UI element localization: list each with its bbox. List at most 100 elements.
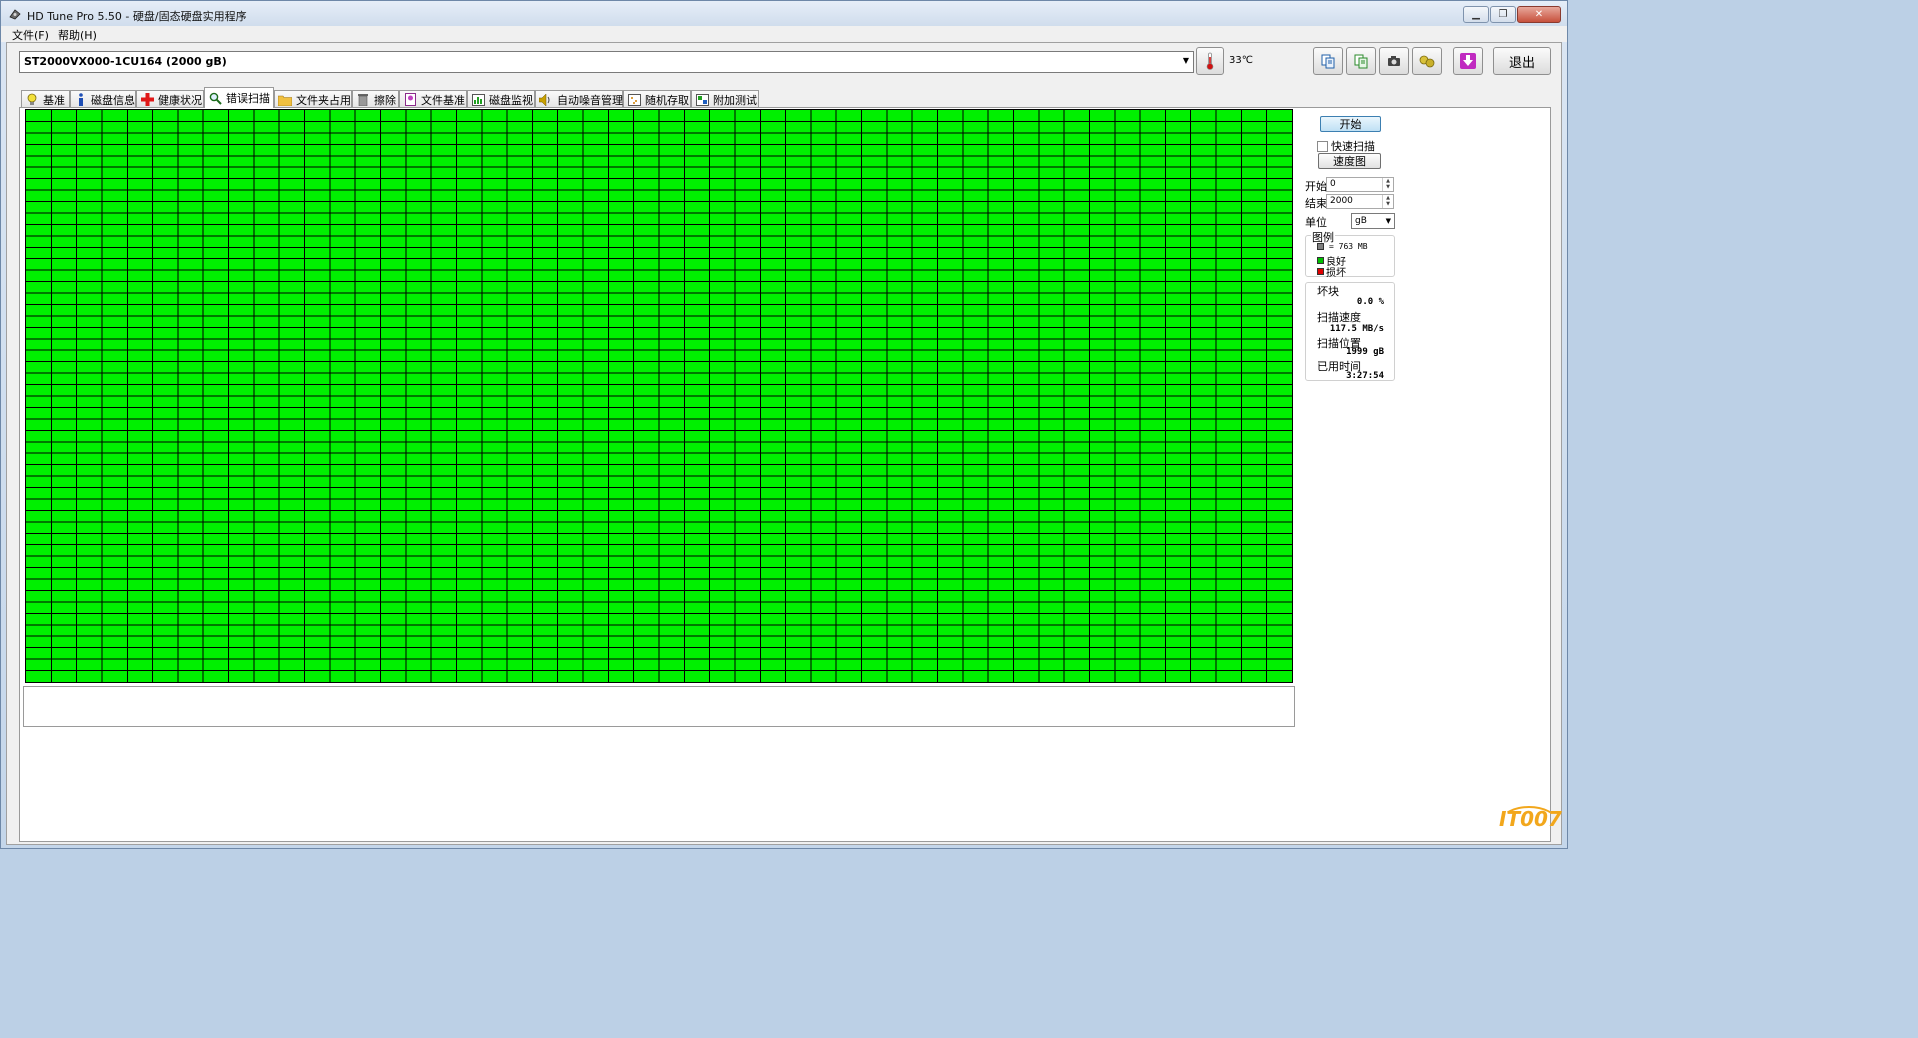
speed-map-button[interactable]: 速度图	[1318, 153, 1381, 169]
camera-icon	[1388, 56, 1400, 66]
info-icon	[74, 93, 87, 107]
options-button[interactable]	[1412, 47, 1442, 75]
monitor-chart-icon	[471, 93, 485, 107]
tab-benchmark[interactable]: 基准	[21, 90, 70, 108]
thermometer-icon	[1206, 52, 1214, 70]
window-title: HD Tune Pro 5.50 - 硬盘/固态硬盘实用程序	[27, 10, 247, 23]
tab-random-access[interactable]: 随机存取	[623, 90, 691, 108]
unit-select[interactable]: gB ▼	[1351, 213, 1395, 229]
chevron-down-icon: ▼	[1182, 56, 1189, 65]
unit-label: 单位	[1305, 216, 1327, 229]
tab-label: 错误扫描	[226, 92, 270, 105]
start-scan-button[interactable]: 开始	[1320, 116, 1381, 132]
menu-file[interactable]: 文件(F)	[12, 27, 49, 43]
spinner-arrows-icon[interactable]: ▲ ▼	[1382, 195, 1393, 208]
copy-icon	[1321, 54, 1335, 69]
legend-block-size: = 763 MB	[1317, 242, 1368, 251]
scan-position-value: 1999 gB	[1346, 347, 1384, 357]
trash-icon	[356, 93, 370, 107]
end-position-value: 2000	[1330, 196, 1353, 206]
restore-icon: ❐	[1498, 9, 1508, 20]
tab-erase[interactable]: 擦除	[352, 90, 399, 108]
drive-select-value: ST2000VX000-1CU164 (2000 gB)	[24, 55, 227, 68]
maximize-button[interactable]: ❐	[1490, 6, 1516, 23]
tab-extra-tests[interactable]: 附加测试	[691, 90, 759, 108]
start-position-label: 开始	[1305, 180, 1327, 193]
chevron-down-icon: ▼	[1385, 217, 1391, 225]
exit-button[interactable]: 退出	[1493, 47, 1551, 75]
tab-label: 随机存取	[645, 93, 689, 107]
watermark-logo: IT007	[1499, 807, 1562, 831]
start-position-value: 0	[1330, 179, 1336, 189]
title-bar[interactable]: HD Tune Pro 5.50 - 硬盘/固态硬盘实用程序 ▁ ❐ ✕	[1, 1, 1567, 27]
app-window: HD Tune Pro 5.50 - 硬盘/固态硬盘实用程序 ▁ ❐ ✕ 文件(…	[0, 0, 1568, 849]
tab-label: 擦除	[374, 93, 396, 107]
magnifier-icon	[208, 91, 222, 105]
legend-damaged-text: 损坏	[1326, 268, 1346, 279]
menu-help[interactable]: 帮助(H)	[58, 27, 97, 43]
copy-info-button[interactable]	[1313, 47, 1343, 75]
elapsed-time-value: 3:27:54	[1346, 371, 1384, 381]
extra-tests-icon	[695, 93, 709, 107]
temperature-readout: 33℃	[1229, 55, 1253, 66]
folder-icon	[278, 93, 292, 107]
quick-scan-option[interactable]: 快速扫描	[1317, 138, 1375, 154]
close-button[interactable]: ✕	[1517, 6, 1561, 23]
tab-folder-usage[interactable]: 文件夹占用	[274, 90, 352, 108]
random-access-icon	[627, 93, 641, 107]
minimize-icon: ▁	[1472, 9, 1480, 20]
minimize-button[interactable]: ▁	[1463, 6, 1489, 23]
tab-disk-info[interactable]: 磁盘信息	[70, 90, 136, 108]
good-swatch	[1317, 257, 1324, 264]
tab-file-benchmark[interactable]: 文件基准	[399, 90, 467, 108]
scan-log-area	[23, 686, 1295, 727]
temperature-button[interactable]	[1196, 47, 1224, 75]
tab-label: 健康状况	[158, 93, 202, 107]
block-grid-lines	[26, 110, 1292, 682]
tab-label: 文件基准	[421, 93, 465, 107]
bad-blocks-value: 0.0 %	[1356, 297, 1384, 307]
unit-select-value: gB	[1355, 216, 1367, 226]
bad-blocks-label: 坏块	[1317, 285, 1339, 298]
damaged-swatch	[1317, 268, 1324, 275]
scan-block-map	[25, 109, 1293, 683]
health-cross-icon	[140, 93, 154, 107]
tab-label: 磁盘信息	[91, 93, 135, 107]
copy-green-icon	[1354, 54, 1368, 69]
start-position-input[interactable]: 0 ▲ ▼	[1326, 177, 1394, 192]
tab-error-scan[interactable]: 错误扫描	[204, 87, 274, 108]
legend-block-size-text: = 763 MB	[1329, 242, 1368, 251]
block-grid-path	[26, 110, 1292, 682]
unscanned-swatch	[1317, 243, 1324, 250]
tab-health[interactable]: 健康状况	[136, 90, 204, 108]
copy-all-button[interactable]	[1346, 47, 1376, 75]
save-button[interactable]	[1453, 47, 1483, 75]
speaker-icon	[539, 93, 553, 107]
main-client-area: ST2000VX000-1CU164 (2000 gB) ▼ 33℃ 退出 基准…	[6, 42, 1562, 845]
quick-scan-checkbox[interactable]	[1317, 140, 1328, 152]
tab-label: 基准	[43, 93, 65, 107]
tab-label: 磁盘监视	[489, 93, 533, 107]
scan-speed-label: 扫描速度	[1317, 311, 1361, 324]
bulb-icon	[25, 93, 39, 107]
spinner-arrows-icon[interactable]: ▲ ▼	[1382, 178, 1393, 191]
screenshot-button[interactable]	[1379, 47, 1409, 75]
end-position-label: 结束	[1305, 197, 1327, 210]
legend-damaged: 损坏	[1317, 264, 1346, 279]
drive-select[interactable]: ST2000VX000-1CU164 (2000 gB) ▼	[19, 51, 1194, 73]
tab-label: 自动噪音管理	[557, 93, 623, 107]
app-logo-icon	[9, 9, 21, 20]
end-position-input[interactable]: 2000 ▲ ▼	[1326, 194, 1394, 209]
tab-disk-monitor[interactable]: 磁盘监视	[467, 90, 535, 108]
window-controls: ▁ ❐ ✕	[1462, 6, 1561, 23]
file-benchmark-icon	[403, 93, 417, 107]
download-arrow-icon	[1460, 53, 1476, 69]
menu-bar: 文件(F) 帮助(H)	[1, 26, 1567, 42]
close-icon: ✕	[1534, 9, 1544, 20]
tab-noise-management[interactable]: 自动噪音管理	[535, 90, 623, 108]
options-icon	[1419, 55, 1435, 68]
quick-scan-label: 快速扫描	[1331, 140, 1375, 153]
tab-label: 附加测试	[713, 93, 757, 107]
tab-label: 文件夹占用	[296, 93, 351, 107]
scan-speed-value: 117.5 MB/s	[1329, 324, 1384, 334]
